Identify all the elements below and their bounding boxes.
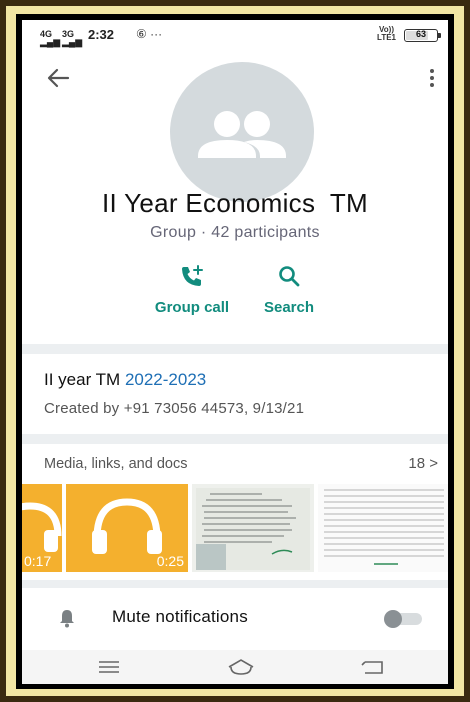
signal-1: 4G ▂▄▆ <box>40 29 61 47</box>
document-photo <box>196 488 310 570</box>
status-extra-icons: ⑥ ··· <box>136 27 163 41</box>
lte-label: LTE1 <box>377 33 396 42</box>
search-label: Search <box>263 299 315 316</box>
media-header[interactable]: Media, links, and docs <box>44 456 187 472</box>
section-divider <box>22 344 448 354</box>
audio-duration: 0:17 <box>24 553 52 569</box>
media-thumb-document[interactable] <box>192 484 314 572</box>
menu-lines-icon[interactable] <box>94 658 124 676</box>
media-strip: 0:17 0:25 <box>22 484 448 572</box>
search-icon <box>279 266 300 287</box>
signal-1-label: 4G <box>40 29 53 39</box>
media-thumb-audio[interactable]: 0:25 <box>66 484 188 572</box>
mute-toggle[interactable] <box>384 610 424 628</box>
description-title-prefix: II year TM <box>44 370 125 389</box>
group-call-button[interactable]: Group call <box>146 264 238 316</box>
battery-cap <box>438 33 441 38</box>
status-bar: 4G ▂▄▆ 3G ▂▄▆ 2:32 ⑥ ··· Vo)) LTE1 63 <box>22 20 448 52</box>
phone-screen: 4G ▂▄▆ 3G ▂▄▆ 2:32 ⑥ ··· Vo)) LTE1 63 II… <box>22 20 448 684</box>
mute-notifications-row[interactable]: Mute notifications <box>22 598 448 638</box>
media-count[interactable]: 18 > <box>408 455 438 472</box>
group-avatar[interactable] <box>170 62 314 202</box>
group-subtitle: Group · 42 participants <box>150 224 320 241</box>
group-description-title[interactable]: II year TM 2022-2023 <box>44 370 206 390</box>
add-call-icon <box>182 265 203 286</box>
description-title-years[interactable]: 2022-2023 <box>125 370 206 389</box>
status-time: 2:32 <box>88 27 115 42</box>
group-call-label: Group call <box>154 299 230 316</box>
section-divider <box>22 434 448 444</box>
audio-duration: 0:25 <box>156 553 184 569</box>
media-thumb-audio[interactable]: 0:17 <box>22 484 62 572</box>
signal-2: 3G ▂▄▆ <box>62 29 83 47</box>
back-arrow-icon[interactable] <box>46 68 70 88</box>
mute-notifications-label: Mute notifications <box>112 607 248 626</box>
toggle-knob <box>384 610 402 628</box>
more-vert-icon[interactable] <box>428 68 436 88</box>
spreadsheet-photo <box>324 489 444 565</box>
home-icon[interactable] <box>226 658 256 676</box>
battery-level: 63 <box>415 29 426 39</box>
group-avatar-icon <box>198 111 286 158</box>
search-button[interactable]: Search <box>254 264 324 316</box>
bell-icon <box>60 610 74 628</box>
created-by-text: Created by +91 73056 44573, 9/13/21 <box>44 400 305 417</box>
battery-icon: 63 <box>404 29 441 42</box>
back-nav-icon[interactable] <box>358 658 388 676</box>
section-divider <box>22 580 448 588</box>
signal-2-label: 3G <box>62 29 75 39</box>
media-thumb-spreadsheet[interactable] <box>318 484 448 572</box>
system-nav-bar <box>22 650 448 684</box>
lte-indicator: Vo)) LTE1 <box>377 26 396 42</box>
group-name: II Year Economics TM <box>102 188 368 218</box>
